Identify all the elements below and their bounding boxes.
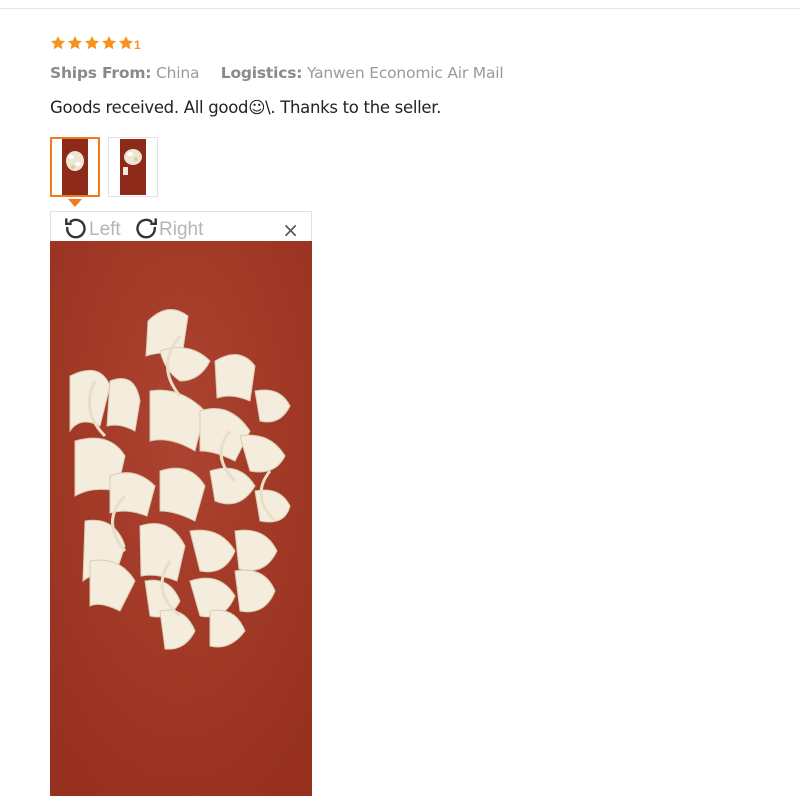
- close-button[interactable]: ×: [282, 218, 299, 242]
- rating-suffix: 1: [134, 38, 141, 52]
- star-icon: [50, 35, 66, 51]
- star-icon: [67, 35, 83, 51]
- thumbnail-image: [62, 139, 88, 195]
- ships-from-value: China: [156, 64, 200, 82]
- thumbnail-image: [120, 139, 146, 195]
- image-viewer: Left Right ×: [50, 211, 312, 796]
- active-thumbnail-caret: [68, 199, 82, 207]
- rotate-left-label: Left: [89, 219, 121, 240]
- review-photo: [50, 241, 312, 796]
- star-icon: [84, 35, 100, 51]
- ships-from-label: Ships From:: [50, 64, 152, 82]
- logistics-value: Yanwen Economic Air Mail: [307, 64, 504, 82]
- shipping-info: Ships From: China Logistics: Yanwen Econ…: [50, 64, 504, 82]
- review-page: 1 Ships From: China Logistics: Yanwen Ec…: [0, 0, 800, 800]
- thumbnail-1[interactable]: [50, 137, 100, 197]
- thumbnail-strip: [50, 137, 166, 197]
- logistics-label: Logistics:: [220, 64, 303, 82]
- star-rating: 1: [50, 32, 141, 54]
- review-text: Goods received. All good☺\. Thanks to th…: [50, 98, 442, 117]
- viewer-toolbar: Left Right ×: [50, 211, 312, 242]
- star-icon: [101, 35, 117, 51]
- divider: [0, 8, 800, 9]
- thumbnail-2[interactable]: [108, 137, 158, 197]
- rotate-right-label: Right: [159, 219, 204, 240]
- star-icon: [118, 35, 134, 51]
